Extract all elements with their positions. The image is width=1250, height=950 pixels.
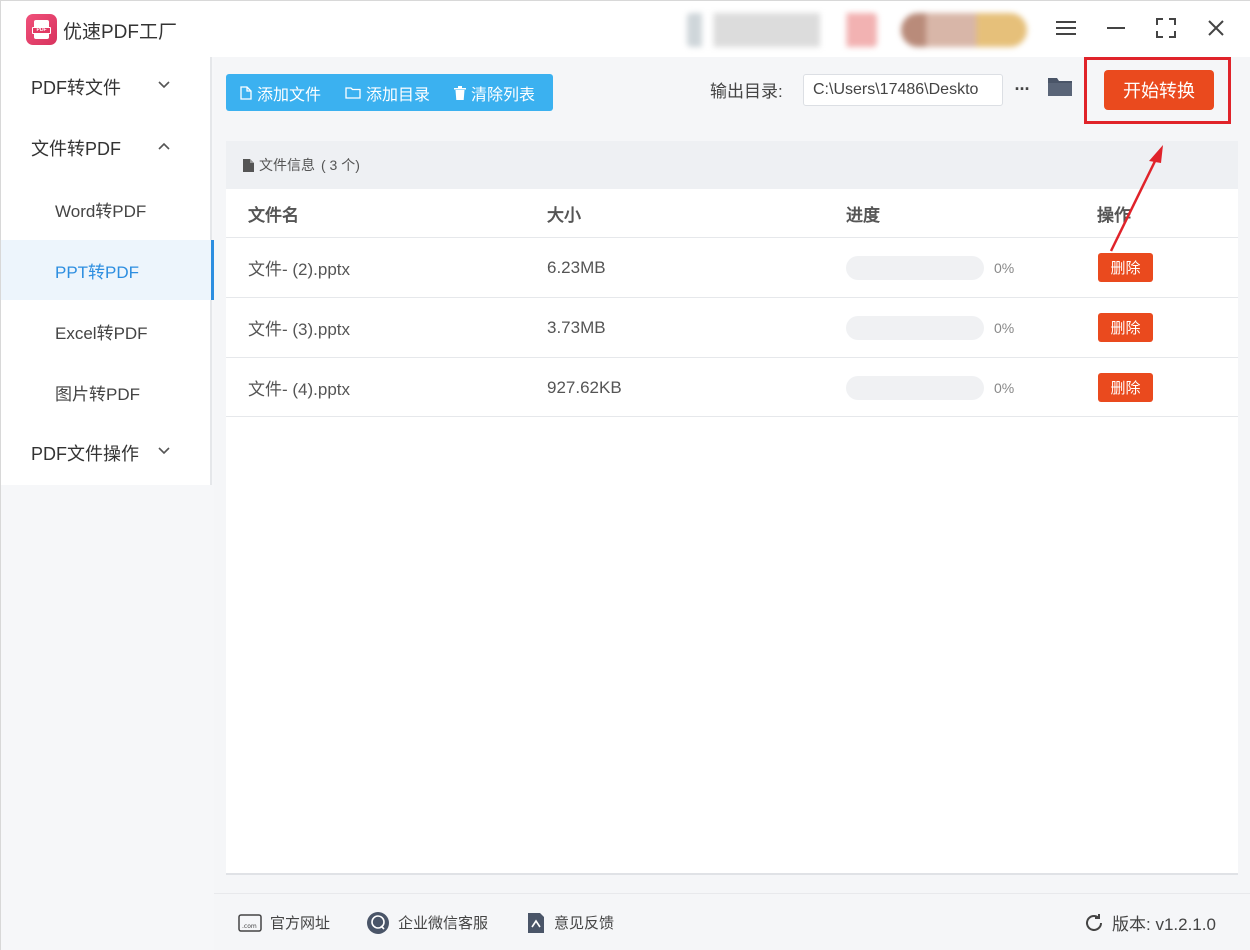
browse-more-button[interactable]: ··· <box>1010 77 1034 101</box>
file-name: 文件- (4).pptx <box>248 380 351 399</box>
feedback-label: 意见反馈 <box>554 915 615 932</box>
maximize-icon <box>1156 18 1176 38</box>
minimize-icon <box>1107 27 1125 29</box>
close-icon <box>1208 20 1224 36</box>
chat-bubble-icon <box>367 911 389 934</box>
start-convert-button[interactable]: 开始转换 <box>1104 70 1214 110</box>
open-folder-button[interactable] <box>1047 75 1075 101</box>
table-row: 文件- (3).pptx 3.73MB 0% 删除 <box>226 297 1238 357</box>
folder-outline-icon <box>345 87 361 99</box>
file-info-header: 文件信息 ( 3 个) <box>226 141 1238 189</box>
file-size: 3.73MB <box>547 317 606 337</box>
output-dir-label: 输出目录: <box>710 82 783 101</box>
column-header-name: 文件名 <box>248 205 299 225</box>
sidebar-group-label: 文件转PDF <box>31 139 121 159</box>
document-icon <box>243 158 254 172</box>
sidebar-group-label: PDF转文件 <box>31 78 121 98</box>
sidebar-item-label: 图片转PDF <box>55 384 140 404</box>
refresh-icon[interactable] <box>1084 913 1104 933</box>
add-file-label: 添加文件 <box>257 86 322 104</box>
feedback-icon <box>528 912 544 933</box>
version-label: 版本: v1.2.1.0 <box>1112 915 1216 934</box>
chevron-down-icon <box>158 81 170 89</box>
progress-percent: 0% <box>994 319 1015 336</box>
progress-bar <box>846 376 984 400</box>
sidebar-group-pdf-to-file[interactable]: PDF转文件 <box>1 57 212 117</box>
sidebar-menu: PDF转文件 文件转PDF Word转PDF PPT转PDF Excel转PDF… <box>1 57 214 485</box>
output-dir-field[interactable]: C:\Users\17486\Deskto <box>803 74 1003 106</box>
trash-icon <box>454 85 467 100</box>
chevron-up-icon <box>158 142 170 150</box>
website-link[interactable]: .com 官方网址 <box>238 894 330 950</box>
app-logo-icon: PDF <box>26 14 57 45</box>
clear-list-label: 清除列表 <box>471 86 536 104</box>
vip-badge-blurred[interactable] <box>901 13 1027 47</box>
column-header-size: 大小 <box>547 205 581 225</box>
clear-list-button[interactable]: 清除列表 <box>440 74 545 111</box>
account-info-blurred <box>687 13 877 47</box>
more-dots-icon: ··· <box>1014 78 1031 99</box>
file-list-panel: 文件信息 ( 3 个) 文件名 大小 进度 操作 文件- (2).pptx 6.… <box>226 141 1238 875</box>
file-icon <box>240 85 252 100</box>
sidebar-item-ppt-to-pdf[interactable]: PPT转PDF <box>1 240 214 300</box>
delete-button[interactable]: 删除 <box>1098 313 1153 342</box>
sidebar-item-image-to-pdf[interactable]: 图片转PDF <box>1 362 212 422</box>
file-count: ( 3 个) <box>321 157 360 173</box>
delete-button[interactable]: 删除 <box>1098 373 1153 402</box>
table-row: 文件- (2).pptx 6.23MB 0% 删除 <box>226 237 1238 297</box>
table-row: 文件- (4).pptx 927.62KB 0% 删除 <box>226 357 1238 417</box>
version-info: 版本: v1.2.1.0 <box>1084 894 1216 950</box>
progress-percent: 0% <box>994 379 1015 396</box>
sidebar-item-label: Word转PDF <box>55 201 147 221</box>
add-folder-label: 添加目录 <box>366 86 431 104</box>
wechat-service-label: 企业微信客服 <box>398 915 489 932</box>
close-button[interactable] <box>1198 11 1234 45</box>
sidebar: PDF转文件 文件转PDF Word转PDF PPT转PDF Excel转PDF… <box>1 57 214 950</box>
sidebar-item-word-to-pdf[interactable]: Word转PDF <box>1 179 212 239</box>
menu-button[interactable] <box>1048 11 1084 45</box>
feedback-link[interactable]: 意见反馈 <box>526 894 614 950</box>
app-title: 优速PDF工厂 <box>63 22 178 43</box>
sidebar-group-file-to-pdf[interactable]: 文件转PDF <box>1 118 212 178</box>
add-folder-button[interactable]: 添加目录 <box>331 74 440 111</box>
file-size: 927.62KB <box>547 377 622 397</box>
file-toolbar: 添加文件 添加目录 清除列表 <box>226 74 553 111</box>
progress-percent: 0% <box>994 259 1015 276</box>
svg-text:.com: .com <box>242 923 257 930</box>
sidebar-item-label: PPT转PDF <box>55 262 140 282</box>
sidebar-item-excel-to-pdf[interactable]: Excel转PDF <box>1 301 212 361</box>
sidebar-group-label: PDF文件操作 <box>31 444 139 464</box>
annotation-arrow-icon <box>1109 145 1163 252</box>
file-name: 文件- (3).pptx <box>248 320 351 339</box>
website-icon: .com <box>238 913 262 932</box>
progress-bar <box>846 316 984 340</box>
sidebar-group-pdf-operations[interactable]: PDF文件操作 <box>1 423 212 483</box>
sidebar-item-label: Excel转PDF <box>55 323 148 343</box>
maximize-button[interactable] <box>1148 11 1184 45</box>
folder-icon <box>1048 78 1072 96</box>
footer: .com 官方网址 企业微信客服 意见反馈 版本: v1.2.1.0 <box>214 893 1250 950</box>
chevron-down-icon <box>158 447 170 455</box>
app-window: PDF 优速PDF工厂 PDF转文件 文件转PDF Word转PDF PPT转P… <box>0 0 1250 950</box>
website-label: 官方网址 <box>270 915 331 932</box>
minimize-button[interactable] <box>1098 11 1134 45</box>
add-file-button[interactable]: 添加文件 <box>226 74 331 111</box>
wechat-service-link[interactable]: 企业微信客服 <box>366 894 488 950</box>
file-size: 6.23MB <box>547 257 606 277</box>
progress-bar <box>846 256 984 280</box>
main-content: 添加文件 添加目录 清除列表 输出目录: C:\Users\17486\Desk… <box>214 57 1250 893</box>
title-bar: PDF 优速PDF工厂 <box>1 1 1250 57</box>
file-info-label: 文件信息 <box>259 157 315 173</box>
file-name: 文件- (2).pptx <box>248 260 351 279</box>
hamburger-menu-icon <box>1056 21 1076 35</box>
column-header-progress: 进度 <box>846 205 880 225</box>
